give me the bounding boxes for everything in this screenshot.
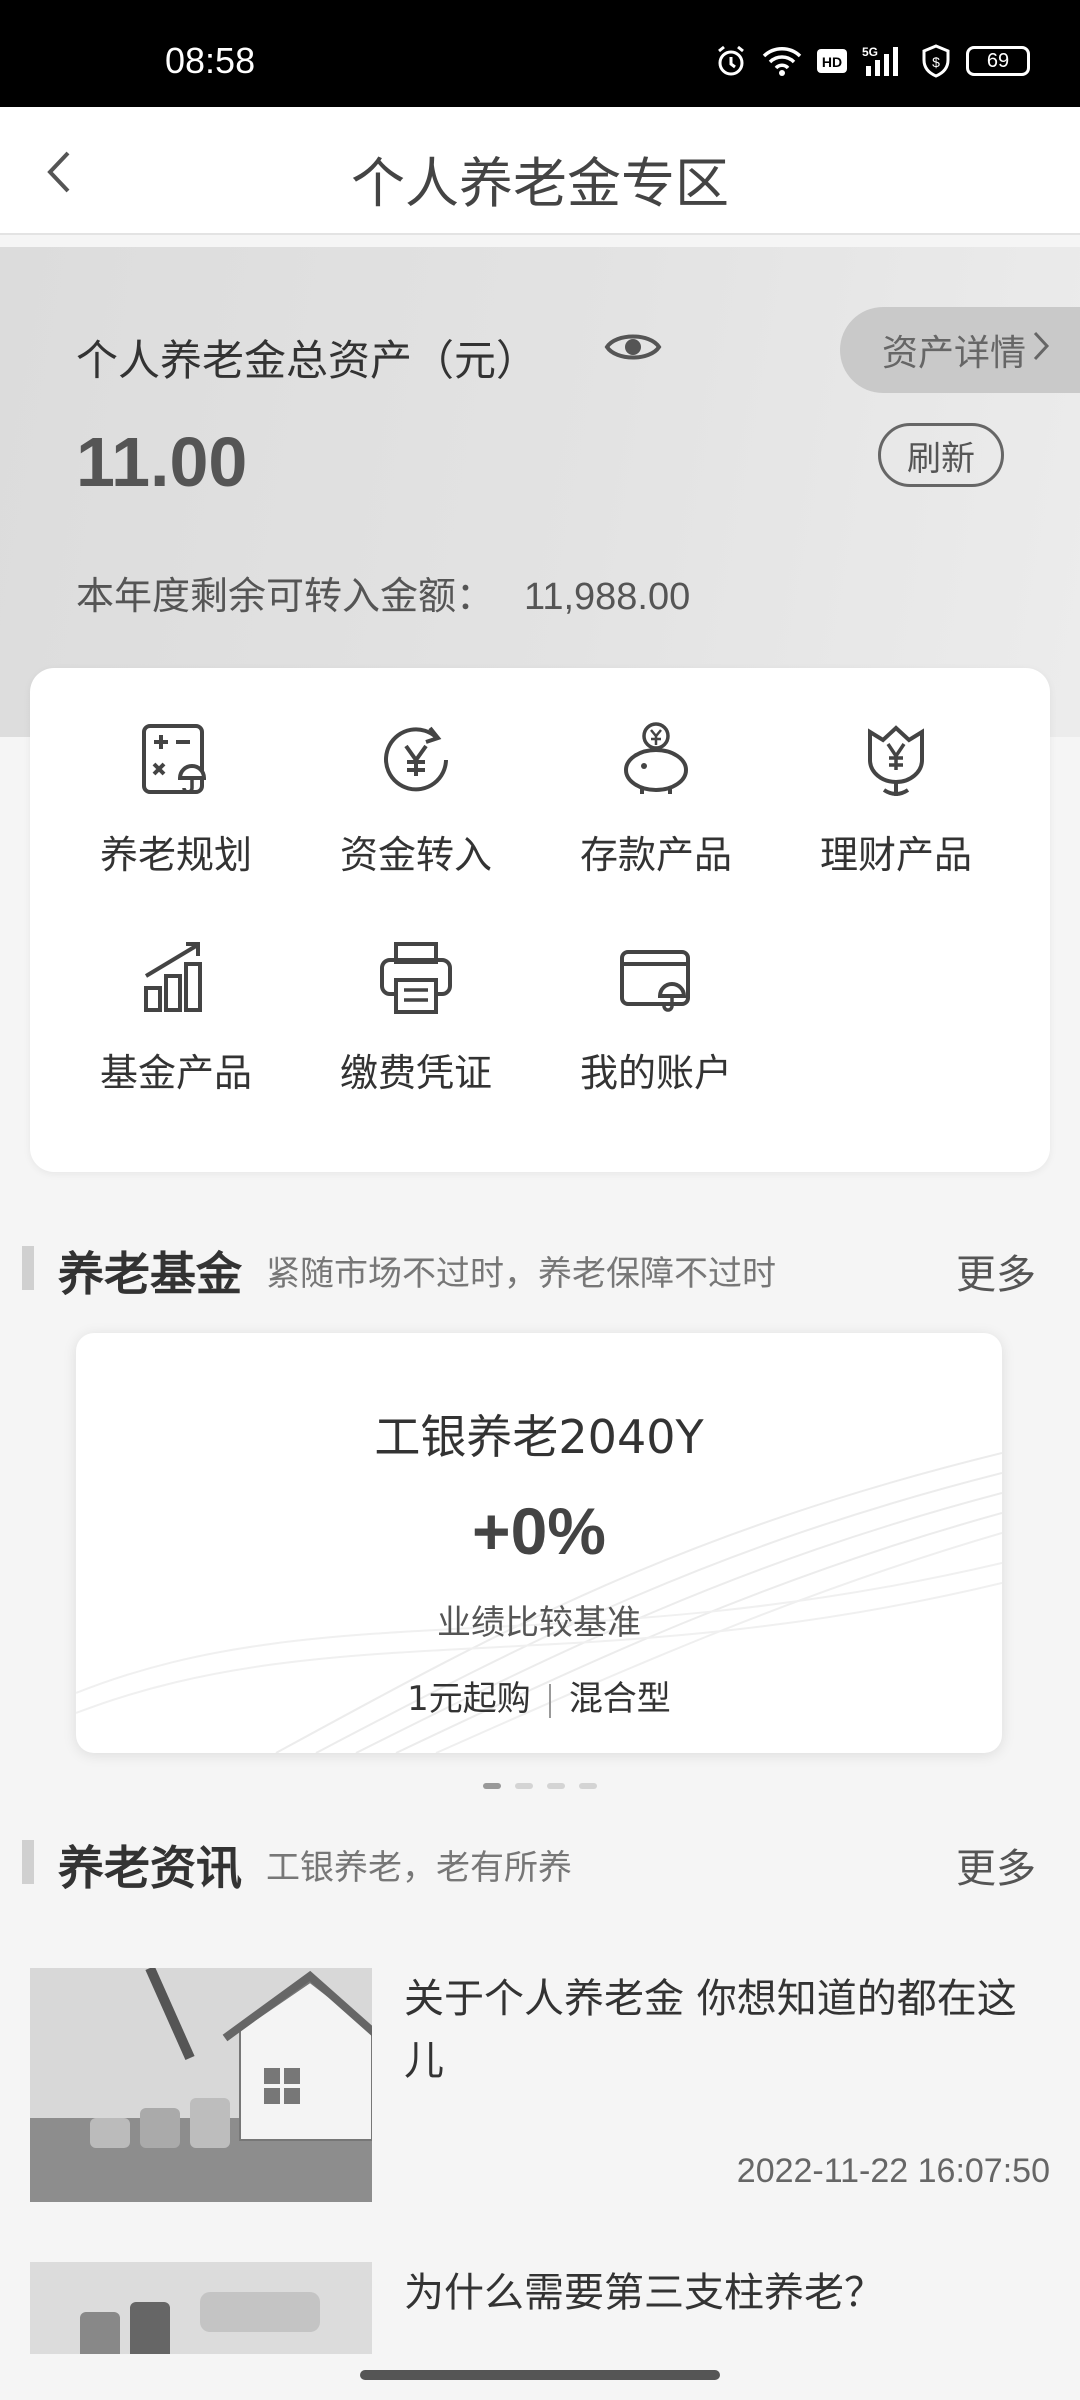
chevron-right-icon (1032, 330, 1050, 371)
pension-fund-section-header: 养老基金 紧随市场不过时，养老保障不过时 更多 (0, 1232, 1080, 1302)
asset-details-label: 资产详情 (882, 333, 1027, 374)
section-subtitle: 工银养老，老有所养 (266, 1848, 572, 1888)
wifi-icon (762, 45, 802, 77)
carousel-dot (515, 1783, 533, 1789)
yuan-flower-icon (868, 725, 924, 796)
top-nav-bar: 个人养老金专区 (0, 107, 1080, 235)
fund-tags: 1元起购 混合型 (76, 1671, 1002, 1720)
carousel-dot (547, 1783, 565, 1789)
remaining-transfer-amount: 本年度剩余可转入金额： 11,988.00 (76, 565, 690, 620)
menu-item-deposit-products[interactable]: 存款产品 (546, 720, 766, 879)
section-subtitle: 紧随市场不过时，养老保障不过时 (266, 1254, 776, 1294)
section-accent-bar (22, 1246, 34, 1290)
asset-summary-card: 个人养老金总资产（元） 资产详情 11.00 刷新 本年度剩余可转入金额： 11,… (0, 247, 1080, 737)
section-title: 养老基金 (58, 1247, 242, 1301)
more-funds-link[interactable]: 更多 (956, 1242, 1036, 1300)
carousel-indicator (0, 1783, 1080, 1789)
section-title: 养老资讯 (58, 1841, 242, 1895)
service-menu-grid: 养老规划 资金转入 存款产品 理财产品 基金产品 缴费凭证 我的账户 (30, 668, 1050, 1172)
shield-icon: $ (920, 44, 952, 78)
battery-indicator: 69 (966, 46, 1030, 76)
calculator-umbrella-icon (142, 724, 207, 794)
menu-label: 缴费凭证 (339, 1051, 492, 1095)
news-title: 关于个人养老金 你想知道的都在这儿 (404, 1976, 1017, 2084)
pension-news-section-header: 养老资讯 工银养老，老有所养 更多 (0, 1826, 1080, 1896)
news-title: 为什么需要第三支柱养老？ (404, 2270, 884, 2316)
tag-divider (548, 1683, 551, 1718)
menu-label: 基金产品 (99, 1051, 252, 1095)
printer-icon (380, 942, 452, 1014)
fund-min-purchase: 1元起购 (407, 1679, 531, 1719)
fund-type: 混合型 (568, 1679, 671, 1719)
carousel-dot (579, 1783, 597, 1789)
fund-name: 工银养老2040Y (374, 1410, 704, 1464)
remaining-transfer-label: 本年度剩余可转入金额： (76, 574, 495, 618)
menu-label: 资金转入 (339, 833, 492, 877)
remaining-transfer-value: 11,988.00 (524, 576, 691, 618)
status-bar: 08:58 HD 5G $ 69 (0, 0, 1080, 107)
piggy-bank-icon (624, 722, 688, 794)
eye-icon[interactable] (604, 327, 662, 367)
menu-item-payment-voucher[interactable]: 缴费凭证 (306, 938, 526, 1097)
hd-icon: HD (816, 47, 848, 75)
menu-label: 养老规划 (99, 833, 252, 877)
alarm-icon (714, 44, 748, 78)
5g-signal-icon: 5G (862, 44, 906, 78)
menu-item-wealth-products[interactable]: 理财产品 (786, 720, 1006, 879)
fund-return-rate: +0% (472, 1494, 606, 1568)
refresh-button[interactable]: 刷新 (878, 423, 1004, 487)
svg-text:HD: HD (822, 54, 842, 70)
menu-item-pension-planning[interactable]: 养老规划 (66, 720, 286, 879)
home-indicator[interactable] (360, 2370, 720, 2380)
news-item[interactable]: 为什么需要第三支柱养老？ (30, 2262, 1050, 2354)
svg-text:5G: 5G (862, 45, 878, 59)
news-thumbnail-coins (30, 2262, 372, 2354)
asset-details-button[interactable]: 资产详情 (840, 307, 1080, 393)
menu-item-fund-products[interactable]: 基金产品 (66, 938, 286, 1097)
fund-card[interactable]: 工银养老2040Y +0% 业绩比较基准 1元起购 混合型 (76, 1333, 1002, 1753)
more-news-link[interactable]: 更多 (956, 1836, 1036, 1894)
news-date: 2022-11-22 16:07:50 (736, 2152, 1050, 2190)
status-time: 08:58 (165, 40, 256, 81)
total-assets-amount: 11.00 (76, 423, 248, 501)
page-title: 个人养老金专区 (351, 152, 729, 215)
bar-chart-trend-icon (144, 942, 202, 1012)
menu-label: 我的账户 (579, 1051, 732, 1095)
section-accent-bar (22, 1840, 34, 1884)
menu-item-fund-transfer[interactable]: 资金转入 (306, 720, 526, 879)
menu-label: 理财产品 (819, 833, 972, 877)
yuan-transfer-icon (384, 726, 448, 792)
carousel-dot (483, 1783, 501, 1789)
total-assets-label: 个人养老金总资产（元） (76, 336, 539, 385)
news-thumbnail-house-coins (30, 1968, 372, 2202)
fund-benchmark-label: 业绩比较基准 (437, 1603, 641, 1643)
svg-text:$: $ (932, 54, 940, 70)
news-item[interactable]: 关于个人养老金 你想知道的都在这儿 2022-11-22 16:07:50 (30, 1968, 1050, 2202)
menu-item-my-account[interactable]: 我的账户 (546, 938, 766, 1097)
card-umbrella-icon (620, 950, 690, 1012)
menu-label: 存款产品 (579, 833, 732, 877)
status-icons: HD 5G $ 69 (714, 44, 1030, 78)
